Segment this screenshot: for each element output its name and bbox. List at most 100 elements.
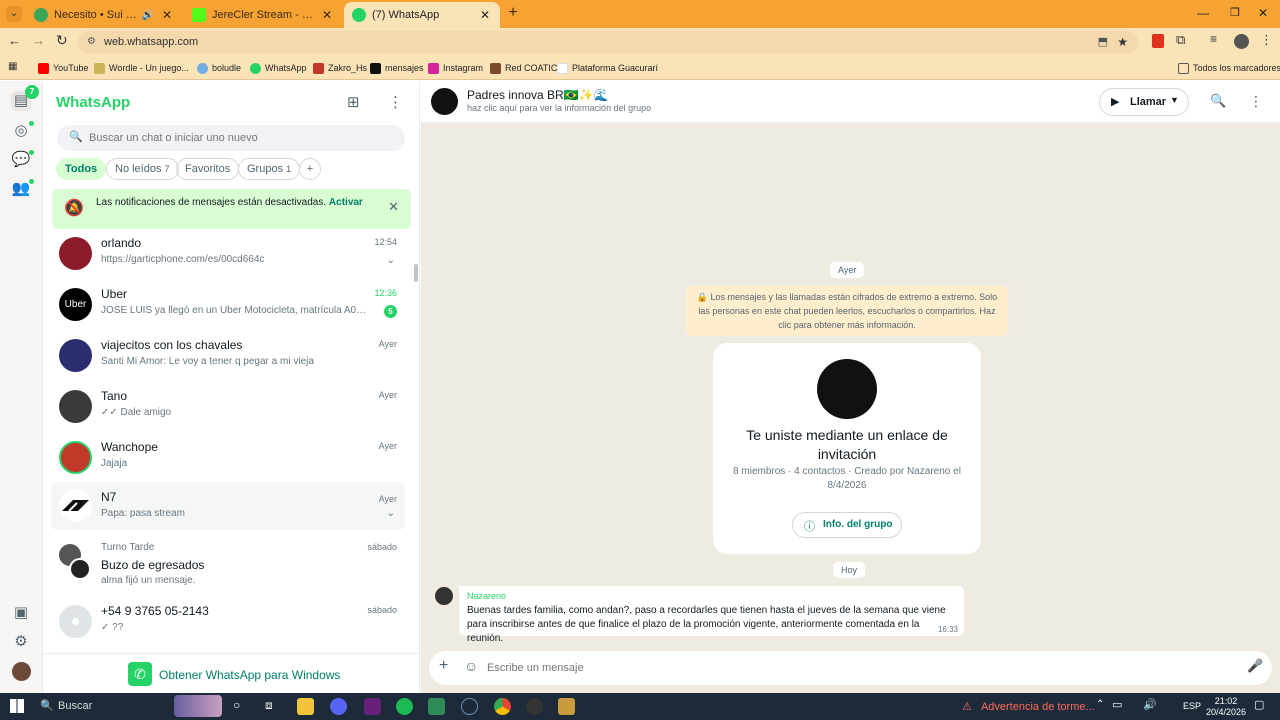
bookmark-wordle[interactable]: Wordle - Un juego... [94, 60, 189, 76]
menu-icon[interactable]: ⋮ [1249, 93, 1263, 110]
bookmark-instagram[interactable]: Instagram [428, 60, 483, 76]
forward-icon[interactable]: → [32, 33, 45, 48]
bookmark-youtube[interactable]: YouTube [38, 60, 88, 76]
chevron-down-icon[interactable]: ⌄ [387, 255, 395, 266]
bookmark-boludle[interactable]: boludle [197, 60, 241, 76]
minimize-icon[interactable]: — [1196, 6, 1210, 20]
widgets-icon[interactable]: ⧈ [265, 698, 273, 713]
chat-row-n7[interactable]: N7 Papa: pasa stream Ayer ⌄ [51, 482, 405, 530]
close-tab-icon[interactable]: ✕ [478, 8, 492, 22]
media-icon[interactable]: ▣ [11, 603, 31, 623]
tab-sui-generis[interactable]: Necesito • Sui Generis 🔊 ✕ [26, 2, 182, 28]
extension-icon[interactable] [1152, 34, 1164, 48]
search-icon[interactable]: 🔍 [1210, 93, 1226, 109]
menu-icon[interactable]: ⋮ [388, 93, 403, 111]
communities-icon[interactable]: 👥 [11, 179, 31, 199]
speaker-icon[interactable]: 🔊 [142, 10, 154, 21]
clock[interactable]: 21:02 20/4/2026 [1202, 696, 1250, 718]
taskbar-search[interactable]: 🔍 Buscar [34, 695, 224, 717]
restore-icon[interactable]: ❐ [1228, 6, 1242, 19]
settings-icon[interactable]: ⚙ [11, 632, 31, 652]
bookmark-whatsapp[interactable]: WhatsApp [250, 60, 307, 76]
new-tab-button[interactable]: + [505, 5, 521, 21]
league-icon[interactable] [558, 698, 575, 715]
filter-no-leidos[interactable]: No leídos 7 [106, 158, 179, 180]
group-name: Padres innova BR🇧🇷✨🌊 [467, 88, 609, 102]
network-icon[interactable]: ▭ [1112, 698, 1122, 711]
profile-avatar[interactable] [1234, 34, 1249, 49]
emoji-icon[interactable]: ☺ [464, 658, 478, 674]
chrome-icon[interactable] [494, 698, 511, 715]
file-explorer-icon[interactable] [297, 698, 314, 715]
bookmark-mensajes[interactable]: mensajes [370, 60, 424, 76]
reload-icon[interactable]: ↻ [56, 32, 68, 49]
browser-menu-icon[interactable]: ⋮ [1260, 32, 1273, 48]
extensions-puzzle-icon[interactable]: ⧉ [1176, 32, 1185, 48]
filter-favoritos[interactable]: Favoritos [176, 158, 240, 180]
close-tab-icon[interactable]: ✕ [320, 8, 334, 22]
call-button[interactable]: ▶ Llamar ▼ [1099, 88, 1189, 116]
tab-search-chevron-icon[interactable]: ⌄ [6, 6, 22, 22]
message-bubble[interactable]: Nazareno Buenas tardes familia, como and… [459, 586, 964, 644]
channels-icon[interactable]: 💬 [11, 150, 31, 170]
bookmark-zakro[interactable]: Zakro_Hs [313, 60, 367, 76]
get-app-banner[interactable]: ✆ Obtener WhatsApp para Windows [43, 653, 419, 693]
close-tab-icon[interactable]: ✕ [160, 8, 174, 22]
spotify-icon[interactable] [396, 698, 413, 715]
filter-grupos[interactable]: Grupos 1 [238, 158, 301, 180]
steam-icon[interactable] [461, 698, 478, 715]
app-icon[interactable] [526, 698, 543, 715]
volume-icon[interactable]: 🔊 [1143, 698, 1157, 711]
microphone-icon[interactable]: 🎤 [1247, 658, 1263, 674]
close-icon[interactable]: ✕ [388, 199, 399, 215]
chat-list-scrollbar[interactable] [414, 264, 418, 282]
chat-row-tano[interactable]: Tano ✓✓ Dale amigo Ayer [51, 386, 405, 436]
install-app-icon[interactable]: ⬒ [1098, 31, 1108, 53]
all-bookmarks[interactable]: Todos los marcadores [1178, 60, 1280, 76]
invite-title: Te uniste mediante un enlace de invitaci… [746, 427, 948, 462]
apps-grid-icon[interactable]: ▦ [8, 61, 17, 72]
notifications-icon[interactable]: ▢ [1254, 698, 1264, 711]
bookmark-label: Wordle - Un juego... [109, 63, 189, 73]
filter-todos[interactable]: Todos [56, 158, 107, 180]
bookmark-red-coatic[interactable]: Red COATIC [490, 60, 557, 76]
avatar [59, 441, 92, 474]
language-indicator[interactable]: ESP [1183, 701, 1201, 711]
group-info-button[interactable]: ⓘ Info. del grupo [792, 512, 902, 538]
visual-studio-icon[interactable] [364, 698, 381, 715]
search-icon: 🔍 [69, 131, 83, 143]
chat-row-uber[interactable]: Uber Uber JOSE LUIS ya llegó en un Uber … [51, 284, 405, 334]
attach-plus-icon[interactable]: + [439, 657, 448, 675]
bookmark-star-icon[interactable]: ★ [1117, 31, 1128, 53]
chat-row-phone[interactable]: ● +54 9 3765 05-2143 ✓ ?? sábado [51, 601, 405, 651]
address-bar[interactable]: ⚙ web.whatsapp.com ⬒ ★ [78, 31, 1138, 53]
app-icon[interactable] [428, 698, 445, 715]
chat-row-buzo[interactable]: Turno Tarde Buzo de egresados alma fijó … [51, 538, 405, 594]
tray-chevron-icon[interactable]: ⌃ [1096, 699, 1104, 710]
add-filter-button[interactable]: + [299, 158, 321, 180]
chat-row-wanchope[interactable]: Wanchope Jajaja Ayer [51, 437, 405, 487]
search-box[interactable]: 🔍 [57, 125, 405, 151]
chevron-down-icon[interactable]: ⌄ [387, 508, 395, 519]
profile-avatar[interactable] [12, 662, 31, 681]
back-icon[interactable]: ← [8, 33, 21, 48]
status-icon[interactable]: ◎ [11, 121, 31, 141]
message-input[interactable] [487, 660, 1207, 676]
media-control-icon[interactable]: ≡ [1210, 32, 1217, 46]
chat-row-viajecitos[interactable]: viajecitos con los chavales Santi Mi Amo… [51, 335, 405, 385]
close-window-icon[interactable]: ✕ [1256, 6, 1270, 20]
encryption-notice[interactable]: 🔒 Los mensajes y las llamadas están cifr… [686, 286, 1008, 336]
search-input[interactable] [89, 129, 389, 147]
bookmark-guacurari[interactable]: Plataforma Guacurarí [557, 60, 658, 76]
windows-start-icon[interactable] [10, 699, 24, 713]
chat-row-orlando[interactable]: orlando https://garticphone.com/es/00cd6… [51, 233, 405, 283]
site-info-icon[interactable]: ⚙ [87, 31, 96, 53]
tab-whatsapp[interactable]: (7) WhatsApp ✕ [344, 2, 500, 28]
task-view-icon[interactable]: ○ [233, 698, 240, 712]
tab-jerecler-stream[interactable]: JereCler Stream - Watch Live on ✕ [184, 2, 342, 28]
discord-icon[interactable] [330, 698, 347, 715]
new-chat-icon[interactable]: ⊞ [347, 93, 360, 111]
activate-link[interactable]: Activar [329, 197, 363, 208]
weather-warning[interactable]: ⚠ Advertencia de torme... [962, 700, 1095, 713]
conversation-header[interactable]: Padres innova BR🇧🇷✨🌊 haz clic aquí para … [421, 81, 1280, 123]
